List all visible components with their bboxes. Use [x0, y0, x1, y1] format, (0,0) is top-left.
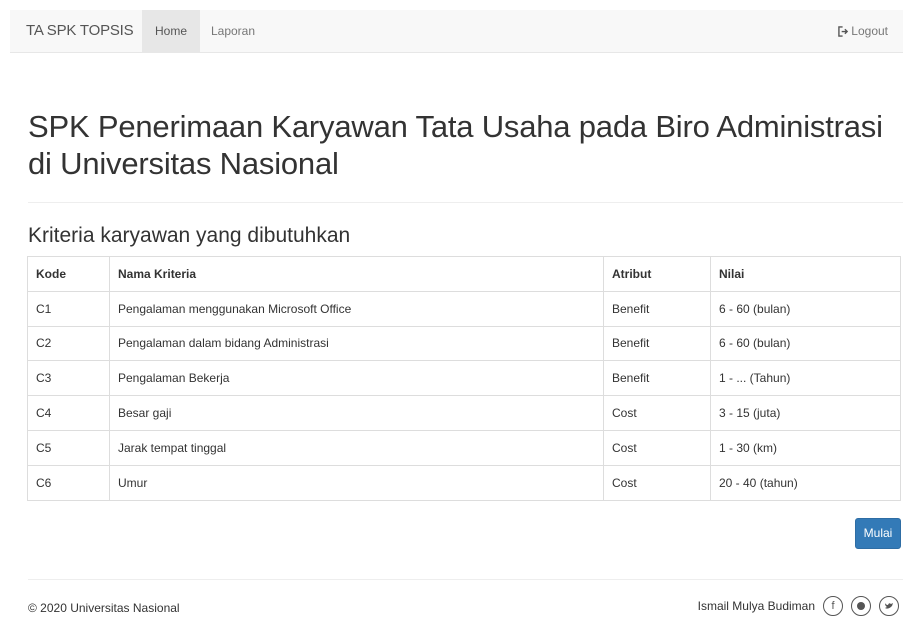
cell-kode: C5 [27, 429, 110, 466]
nav-laporan-link[interactable]: Laporan [202, 10, 264, 53]
cell-nilai: 3 - 15 (juta) [710, 395, 901, 431]
footer-copyright: © 2020 Universitas Nasional [28, 601, 180, 615]
navbar-brand[interactable]: TA SPK TOPSIS [26, 22, 134, 39]
table-row: C3 Pengalaman Bekerja Benefit 1 - ... (T… [27, 360, 901, 397]
cell-atribut: Cost [603, 395, 711, 431]
page-title: SPK Penerimaan Karyawan Tata Usaha pada … [28, 109, 883, 181]
cell-nama-kriteria: Pengalaman Bekerja [109, 360, 604, 397]
cell-atribut: Cost [603, 464, 711, 501]
cell-nilai: 1 - 30 (km) [710, 429, 901, 466]
table-row: C2 Pengalaman dalam bidang Administrasi … [27, 325, 901, 362]
cell-nama-kriteria: Jarak tempat tinggal [109, 429, 604, 466]
title-divider [28, 202, 903, 203]
cell-nilai: 20 - 40 (tahun) [710, 464, 901, 501]
table-row: C5 Jarak tempat tinggal Cost 1 - 30 (km) [27, 429, 901, 466]
mulai-button[interactable]: Mulai [855, 518, 901, 549]
twitter-icon[interactable] [879, 596, 899, 616]
header-kode: Kode [27, 256, 110, 292]
header-nilai: Nilai [710, 256, 901, 292]
cell-nilai: 6 - 60 (bulan) [710, 325, 901, 362]
cell-nama-kriteria: Pengalaman dalam bidang Administrasi [109, 325, 604, 362]
table-header-row: Kode Nama Kriteria Atribut Nilai [27, 256, 901, 292]
cell-nama-kriteria: Umur [109, 464, 604, 501]
cell-atribut: Benefit [603, 290, 711, 327]
nav-home-link[interactable]: Home [142, 10, 200, 53]
header-atribut: Atribut [603, 256, 711, 292]
cell-kode: C3 [27, 360, 110, 397]
cell-atribut: Benefit [603, 360, 711, 397]
navbar: TA SPK TOPSIS Home Laporan Logout [10, 10, 903, 53]
logout-link[interactable]: Logout [838, 10, 888, 53]
cell-atribut: Benefit [603, 325, 711, 362]
cell-nilai: 1 - ... (Tahun) [710, 360, 901, 397]
cell-nilai: 6 - 60 (bulan) [710, 290, 901, 327]
cell-kode: C2 [27, 325, 110, 362]
cell-kode: C6 [27, 464, 110, 501]
header-nama-kriteria: Nama Kriteria [109, 256, 604, 292]
footer-author: Ismail Mulya Budiman [697, 599, 815, 613]
criteria-table: Kode Nama Kriteria Atribut Nilai C1 Peng… [27, 256, 901, 501]
footer-divider [28, 579, 903, 580]
table-row: C6 Umur Cost 20 - 40 (tahun) [27, 464, 901, 501]
section-title: Kriteria karyawan yang dibutuhkan [28, 224, 351, 247]
github-icon[interactable] [851, 596, 871, 616]
footer-author-block: Ismail Mulya Budiman f [698, 595, 899, 617]
cell-kode: C1 [27, 290, 110, 327]
logout-icon [838, 26, 849, 37]
cell-atribut: Cost [603, 429, 711, 466]
cell-kode: C4 [27, 395, 110, 431]
table-row: C1 Pengalaman menggunakan Microsoft Offi… [27, 290, 901, 327]
logout-label: Logout [851, 24, 888, 38]
facebook-icon[interactable]: f [823, 596, 843, 616]
cell-nama-kriteria: Pengalaman menggunakan Microsoft Office [109, 290, 604, 327]
table-row: C4 Besar gaji Cost 3 - 15 (juta) [27, 395, 901, 431]
cell-nama-kriteria: Besar gaji [109, 395, 604, 431]
